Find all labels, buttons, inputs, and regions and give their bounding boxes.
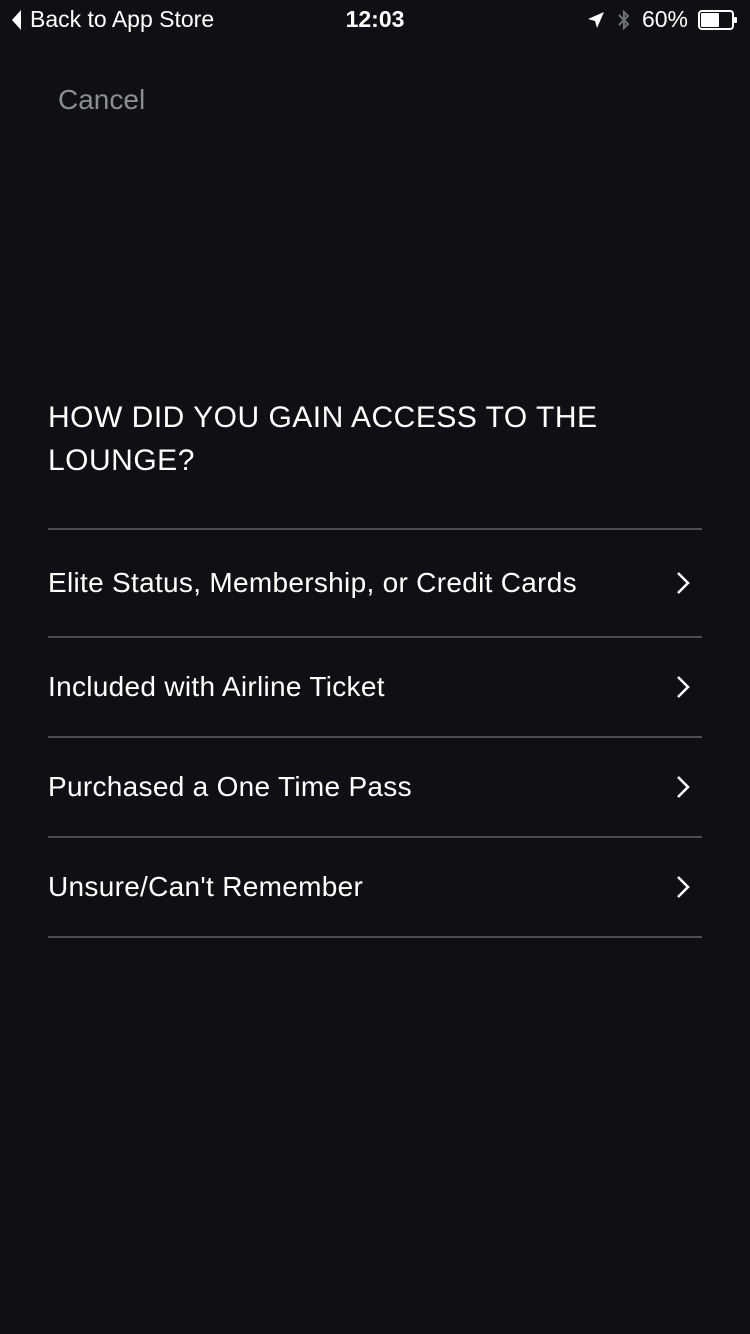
screen: Back to App Store 12:03 60% Cancel HOW D…	[0, 0, 750, 1334]
option-label: Elite Status, Membership, or Credit Card…	[48, 567, 577, 598]
option-label: Unsure/Can't Remember	[48, 871, 364, 902]
option-elite-status[interactable]: Elite Status, Membership, or Credit Card…	[48, 530, 702, 638]
cancel-button[interactable]: Cancel	[58, 84, 145, 116]
status-right: 60%	[586, 6, 738, 33]
battery-icon	[698, 9, 737, 30]
chevron-right-icon	[677, 876, 690, 898]
option-label: Purchased a One Time Pass	[48, 771, 412, 802]
question-heading: HOW DID YOU GAIN ACCESS TO THE LOUNGE?	[48, 401, 598, 477]
option-airline-ticket[interactable]: Included with Airline Ticket	[48, 638, 702, 738]
chevron-right-icon	[677, 776, 690, 798]
option-unsure[interactable]: Unsure/Can't Remember	[48, 838, 702, 938]
chevron-right-icon	[677, 676, 690, 698]
access-options-list: Elite Status, Membership, or Credit Card…	[48, 528, 702, 938]
option-one-time-pass[interactable]: Purchased a One Time Pass	[48, 738, 702, 838]
location-arrow-icon	[587, 11, 604, 28]
battery-percent: 60%	[641, 6, 688, 32]
bluetooth-icon	[618, 9, 630, 30]
chevron-right-icon	[677, 572, 690, 594]
option-label: Included with Airline Ticket	[48, 671, 385, 702]
status-bar: Back to App Store 12:03 60%	[0, 0, 750, 40]
